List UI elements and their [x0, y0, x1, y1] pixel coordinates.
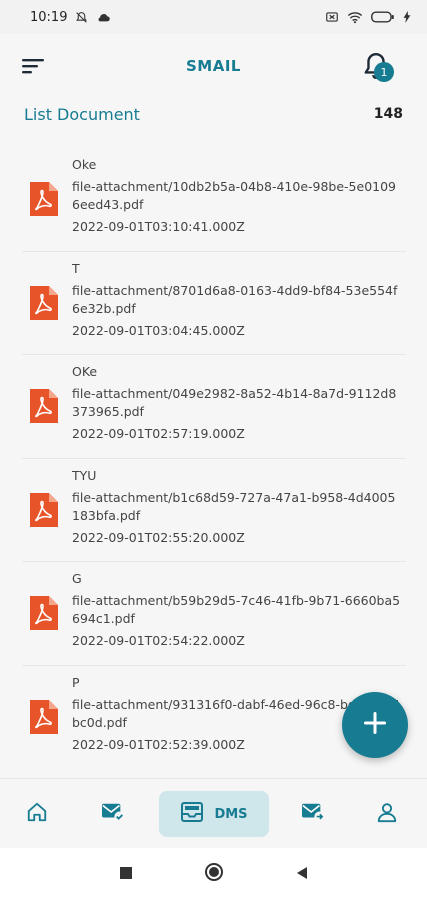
- document-name: TYU: [72, 467, 97, 483]
- document-name: T: [72, 260, 80, 276]
- nav-dms[interactable]: DMS: [159, 791, 269, 837]
- plus-icon: [362, 710, 388, 740]
- nav-profile[interactable]: [368, 791, 406, 837]
- document-item[interactable]: G file-attachment/b59b29d5-7c46-41fb-9b7…: [22, 562, 406, 666]
- app-title: SMAIL: [186, 57, 241, 75]
- document-path: file-attachment/049e2982-8a52-4b14-8a7d-…: [72, 386, 397, 419]
- document-date: 2022-09-01T03:10:41.000Z: [72, 219, 245, 234]
- list-title: List Document: [24, 104, 140, 124]
- sim-off-icon: [325, 10, 339, 24]
- pdf-icon: [28, 389, 58, 423]
- document-path: file-attachment/b1c68d59-727a-47a1-b958-…: [72, 489, 396, 523]
- mail-check-icon: [100, 801, 126, 827]
- document-name: G: [72, 571, 82, 586]
- notification-badge: 1: [374, 62, 394, 82]
- nav-mail-forward[interactable]: [294, 791, 332, 837]
- menu-button[interactable]: [22, 56, 46, 76]
- pdf-icon: [28, 285, 58, 320]
- system-nav-bar: [0, 848, 427, 900]
- document-date: 2022-09-01T02:55:20.000Z: [72, 529, 245, 545]
- add-document-button[interactable]: [342, 692, 408, 758]
- bottom-nav: DMS: [0, 778, 427, 848]
- document-date: 2022-09-01T02:57:19.000Z: [72, 426, 245, 441]
- battery-icon: [371, 11, 395, 23]
- sort-menu-icon: [22, 59, 46, 80]
- document-item[interactable]: TYU file-attachment/b1c68d59-727a-47a1-b…: [22, 459, 406, 562]
- charging-icon: [403, 11, 411, 23]
- inbox-tray-icon: [180, 801, 204, 827]
- pdf-icon: [28, 596, 58, 630]
- document-path: file-attachment/b59b29d5-7c46-41fb-9b71-…: [72, 593, 401, 626]
- nav-mail-check[interactable]: [94, 791, 132, 837]
- pdf-icon: [28, 182, 58, 216]
- document-count: 148: [373, 106, 403, 122]
- recents-button[interactable]: [114, 862, 138, 886]
- document-name: P: [72, 674, 80, 690]
- home-button[interactable]: [202, 862, 226, 886]
- list-header: List Document 148: [24, 102, 403, 126]
- notification-off-icon: [75, 11, 88, 24]
- cloud-icon: [96, 11, 111, 23]
- pdf-icon: [28, 492, 58, 527]
- status-time: 10:19: [30, 9, 68, 25]
- back-button[interactable]: [290, 862, 314, 886]
- document-date: 2022-09-01T03:04:45.000Z: [72, 322, 245, 338]
- document-list: Oke file-attachment/10db2b5a-04b8-410e-9…: [22, 148, 406, 768]
- document-path: file-attachment/10db2b5a-04b8-410e-98be-…: [72, 179, 397, 212]
- document-name: Oke: [72, 157, 97, 172]
- document-path: file-attachment/8701d6a8-0163-4dd9-bf84-…: [72, 282, 398, 316]
- pdf-icon: [28, 699, 58, 734]
- home-icon: [26, 801, 48, 827]
- document-item[interactable]: OKe file-attachment/049e2982-8a52-4b14-8…: [22, 355, 406, 459]
- document-date: 2022-09-01T02:54:22.000Z: [72, 633, 245, 648]
- nav-home[interactable]: [18, 791, 56, 837]
- mail-forward-icon: [300, 801, 326, 827]
- status-bar: 10:19: [0, 0, 427, 34]
- wifi-icon: [347, 11, 363, 24]
- circle-icon: [204, 862, 224, 886]
- document-name: OKe: [72, 364, 98, 379]
- user-icon: [376, 801, 398, 827]
- square-icon: [119, 865, 133, 884]
- document-item[interactable]: Oke file-attachment/10db2b5a-04b8-410e-9…: [22, 148, 406, 252]
- app-bar: SMAIL: [0, 34, 427, 98]
- back-triangle-icon: [295, 865, 309, 884]
- nav-dms-label: DMS: [214, 806, 248, 822]
- document-item[interactable]: T file-attachment/8701d6a8-0163-4dd9-bf8…: [22, 252, 406, 355]
